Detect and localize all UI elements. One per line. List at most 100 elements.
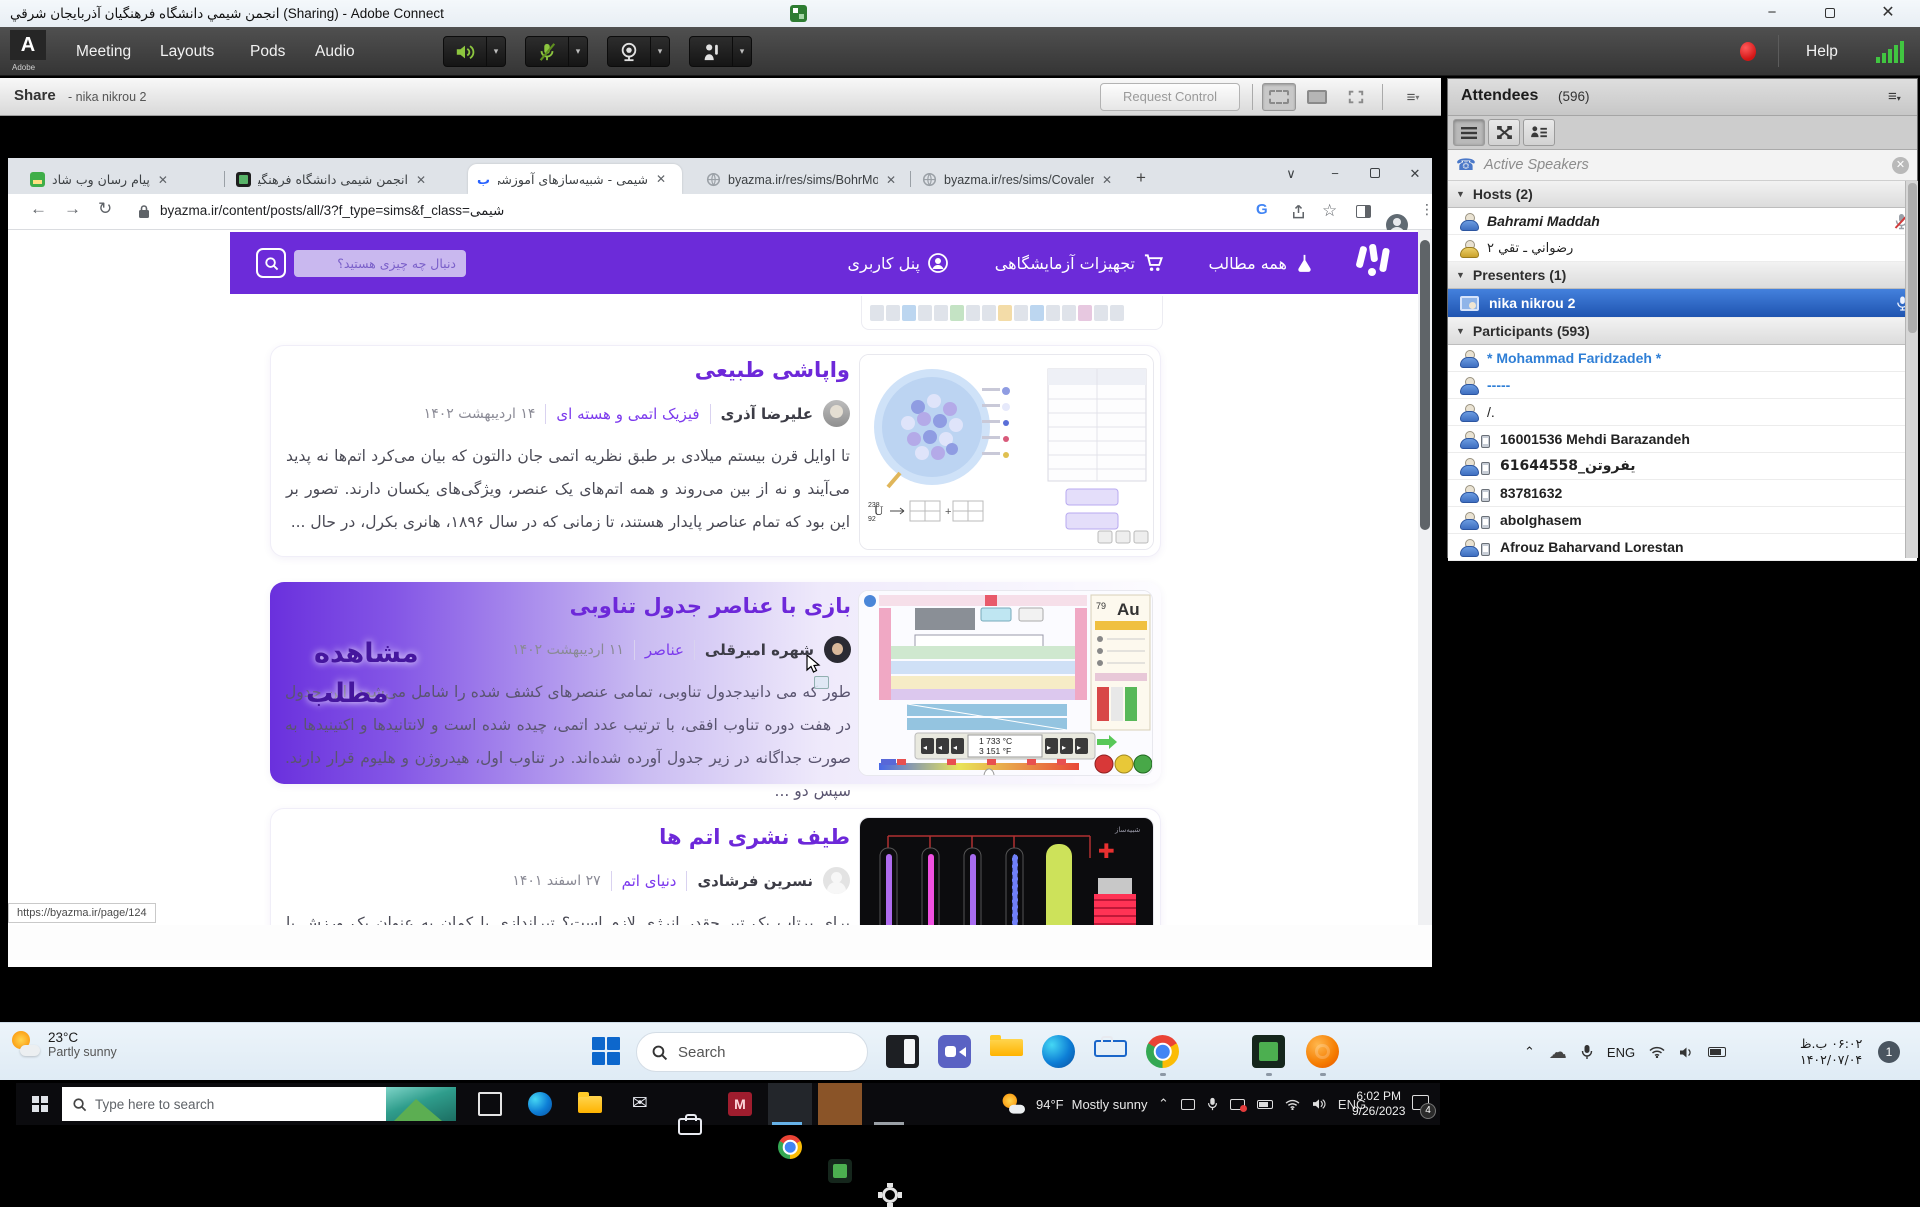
taskbar-search-input[interactable] (87, 1097, 386, 1112)
close-active-speakers-icon[interactable]: ✕ (1892, 157, 1909, 174)
attendees-scrollbar[interactable] (1905, 181, 1918, 558)
hosts-section-header[interactable]: ▼ Hosts (2) (1448, 181, 1917, 208)
forward-icon[interactable]: → (64, 199, 81, 219)
post-card-emission-spectra[interactable]: طیف نشری اتم ها نسرین فرشادی دنیای اتم ۲… (270, 808, 1161, 925)
view-post-cta-line2[interactable]: مطلب (306, 678, 389, 709)
microphone-control[interactable]: ▾ (525, 36, 588, 67)
attendees-pod-menu-button[interactable]: ≡▾ (1888, 88, 1901, 105)
previous-card-image-fragment[interactable] (861, 296, 1163, 330)
taskbar-search-box[interactable] (636, 1032, 868, 1072)
minimize-button[interactable]: − (1752, 0, 1792, 27)
tab-close-icon[interactable]: ✕ (416, 173, 426, 187)
close-button[interactable]: ✕ (1868, 0, 1908, 27)
card-title[interactable]: واپاشی طبیعی (286, 358, 850, 382)
webcam-icon[interactable] (607, 36, 651, 67)
share-icon[interactable] (1290, 204, 1307, 220)
adobe-connect-icon[interactable] (1252, 1035, 1285, 1068)
file-explorer-icon[interactable] (578, 1096, 602, 1113)
tab-search-chevron[interactable]: ∨ (1276, 166, 1306, 182)
browser-minimize-button[interactable]: − (1320, 166, 1350, 181)
active-speakers-row[interactable]: ☎ Active Speakers ✕ (1448, 150, 1917, 181)
card-title[interactable]: بازی با عناصر جدول تناوبی (285, 594, 851, 618)
address-bar[interactable]: byazma.ir/content/posts/all/3?f_type=sim… (160, 203, 504, 219)
phone-link-icon[interactable] (886, 1035, 919, 1068)
tray-chevron-icon[interactable]: ⌃ (1158, 1096, 1169, 1112)
store-icon[interactable] (1094, 1040, 1127, 1057)
browser-close-button[interactable]: ✕ (1400, 166, 1430, 182)
fit-page-view-button[interactable] (1262, 83, 1296, 111)
view-post-cta-line1[interactable]: مشاهده (314, 638, 419, 669)
monitor-tray-icon[interactable] (1181, 1099, 1195, 1110)
raise-hand-dropdown-arrow[interactable]: ▾ (733, 36, 752, 67)
back-icon[interactable]: ← (30, 199, 47, 219)
start-button[interactable] (592, 1037, 622, 1067)
attendee-row[interactable]: یفروتن_61644558 (1448, 453, 1917, 480)
share-pod-menu-button[interactable]: ≡▾ (1394, 83, 1432, 111)
cast-tray-icon[interactable] (1230, 1099, 1245, 1110)
mic-tray-icon[interactable] (1581, 1044, 1593, 1060)
attendee-row[interactable]: 16001536 Mehdi Barazandeh (1448, 426, 1917, 453)
menu-layouts[interactable]: Layouts (150, 27, 224, 76)
attendee-row-presenter-selected[interactable]: nika nikrou 2 (1448, 289, 1917, 318)
local-system-tray[interactable]: ⌃ ☁ ENG (1524, 1023, 1726, 1081)
maximize-button[interactable] (1810, 0, 1850, 27)
attendee-row[interactable]: abolghasem (1448, 507, 1917, 534)
fit-width-view-button[interactable] (1300, 83, 1334, 111)
status-view-button[interactable] (1523, 119, 1555, 146)
tray-language[interactable]: ENG (1607, 1045, 1635, 1060)
card-category[interactable]: دنیای اتم (622, 872, 677, 890)
start-button[interactable] (32, 1096, 48, 1112)
webcam-control[interactable]: ▾ (607, 36, 670, 67)
connection-signal-icon[interactable] (1876, 41, 1910, 63)
store-icon[interactable] (678, 1118, 702, 1135)
mail-icon[interactable]: ✉ (628, 1092, 652, 1116)
tab-covalent-bond[interactable]: byazma.ir/res/sims/CovalentBon ✕ (914, 165, 1122, 194)
bookmark-star-icon[interactable]: ☆ (1322, 201, 1337, 221)
edge-icon[interactable] (1042, 1035, 1075, 1068)
attendee-row-host-2[interactable]: رضواني ـ تقي ٢ (1448, 235, 1917, 262)
volume-tray-icon[interactable] (1312, 1098, 1326, 1110)
edge-icon[interactable] (528, 1092, 552, 1116)
chrome-icon[interactable] (778, 1135, 802, 1159)
bing-daily-image[interactable] (386, 1087, 456, 1121)
card-thumbnail-spectra-sim[interactable]: ✚ (859, 817, 1154, 925)
speaker-icon[interactable] (443, 36, 487, 67)
taskbar-search-box[interactable] (62, 1087, 456, 1121)
refresh-icon[interactable]: ↻ (98, 199, 112, 219)
orange-app-icon[interactable] (1306, 1035, 1339, 1068)
settings-gear-icon[interactable] (878, 1183, 902, 1207)
presenters-section-header[interactable]: ▼ Presenters (1) (1448, 262, 1917, 289)
tab-connect-page[interactable]: انجمن شیمی دانشگاه فرهنگیان آذر ✕ (228, 165, 464, 194)
microphone-dropdown-arrow[interactable]: ▾ (569, 36, 588, 67)
chrome-menu-icon[interactable]: ⋮ (1420, 201, 1434, 218)
tab-close-icon[interactable]: ✕ (158, 173, 168, 187)
tab-close-icon[interactable]: ✕ (1102, 173, 1112, 187)
wifi-tray-icon[interactable] (1649, 1046, 1665, 1058)
adobe-connect-icon[interactable] (828, 1159, 852, 1183)
system-tray[interactable]: ⌃ ENG (1158, 1083, 1366, 1125)
collapse-triangle-icon[interactable]: ▼ (1456, 326, 1465, 336)
speaker-dropdown-arrow[interactable]: ▾ (487, 36, 506, 67)
browser-maximize-button[interactable] (1360, 166, 1390, 181)
local-weather-widget[interactable]: 23°C Partly sunny (10, 1029, 117, 1059)
participants-section-header[interactable]: ▼ Participants (593) (1448, 318, 1917, 345)
speaker-control[interactable]: ▾ (443, 36, 506, 67)
mic-tray-icon[interactable] (1207, 1097, 1218, 1111)
post-card-natural-decay[interactable]: واپاشی طبیعی علیرضا آذری فیزیک اتمی و هس… (270, 345, 1161, 557)
attendee-row[interactable]: * Mohammad Faridzadeh * (1448, 345, 1917, 372)
site-search-button[interactable] (256, 248, 286, 278)
tab-close-icon[interactable]: ✕ (886, 173, 896, 187)
wifi-tray-icon[interactable] (1285, 1099, 1300, 1110)
red-app-icon[interactable]: M (728, 1092, 752, 1116)
attendees-scrollbar-thumb[interactable] (1908, 183, 1917, 333)
tab-shad-messenger[interactable]: پیام رسان وب شاد ✕ (22, 165, 220, 194)
request-control-button[interactable]: Request Control (1100, 83, 1240, 111)
notification-count-badge[interactable]: 1 (1878, 1041, 1900, 1063)
collapse-triangle-icon[interactable]: ▼ (1456, 270, 1465, 280)
card-category[interactable]: عناصر (645, 641, 684, 659)
menu-pods[interactable]: Pods (240, 27, 295, 76)
battery-tray-icon[interactable] (1708, 1047, 1726, 1057)
collapse-triangle-icon[interactable]: ▼ (1456, 189, 1465, 199)
attendee-row[interactable]: ----- (1448, 372, 1917, 399)
google-icon[interactable]: G (1256, 201, 1268, 218)
